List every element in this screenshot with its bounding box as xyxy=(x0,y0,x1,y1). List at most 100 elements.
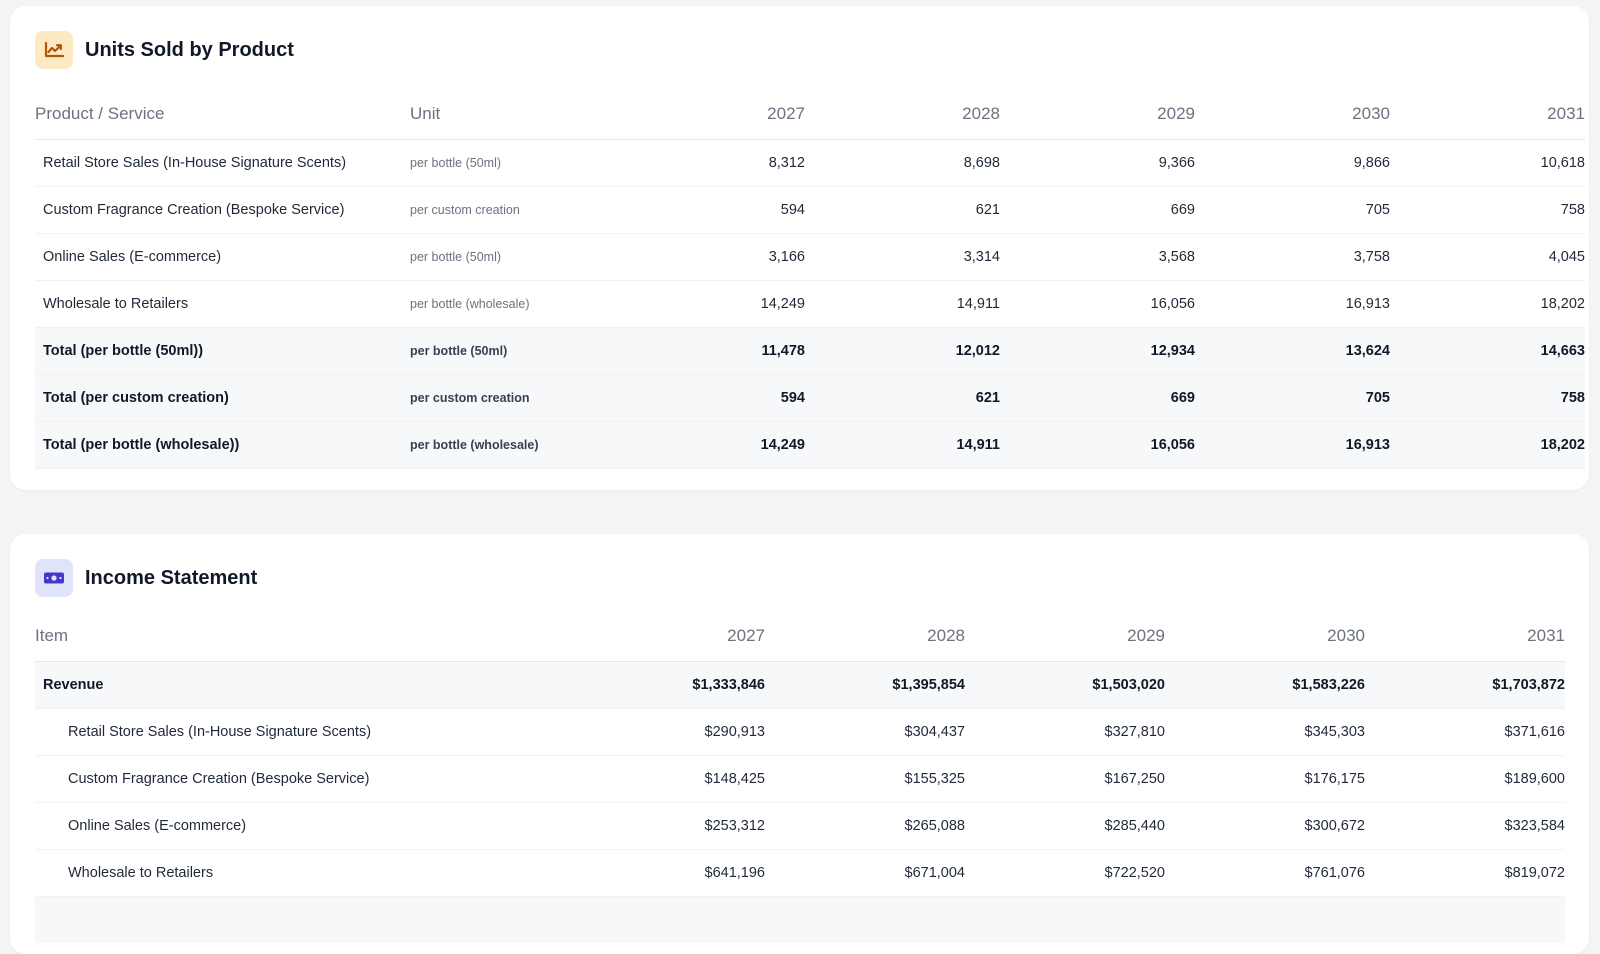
unit-label: per bottle (50ml) xyxy=(410,233,610,281)
column-header: Unit xyxy=(410,89,610,140)
revenue-value: $1,583,226 xyxy=(1165,661,1365,709)
line-item-name: Custom Fragrance Creation (Bespoke Servi… xyxy=(35,755,565,803)
column-header: 2031 xyxy=(1390,89,1585,140)
unit-label: per custom creation xyxy=(410,374,610,422)
units-value: 16,056 xyxy=(1000,280,1195,328)
total-value: 12,934 xyxy=(1000,327,1195,375)
unit-label: per bottle (wholesale) xyxy=(410,280,610,328)
units-value: 18,202 xyxy=(1390,280,1585,328)
units-value: 669 xyxy=(1000,186,1195,234)
column-header: 2027 xyxy=(610,89,805,140)
total-value: 14,663 xyxy=(1390,327,1585,375)
column-header: 2029 xyxy=(1000,89,1195,140)
total-row: Total (per bottle (50ml)) per bottle (50m… xyxy=(35,327,1585,375)
total-label: Total (per bottle (wholesale)) xyxy=(35,421,410,469)
revenue-value: $1,503,020 xyxy=(965,661,1165,709)
column-header: Product / Service xyxy=(35,89,410,140)
line-item-value: $155,325 xyxy=(765,755,965,803)
units-value: 8,698 xyxy=(805,139,1000,187)
income-card-title: Income Statement xyxy=(85,566,258,589)
unit-label: per bottle (50ml) xyxy=(410,139,610,187)
column-header: 2030 xyxy=(1195,89,1390,140)
line-item-value: $819,072 xyxy=(1365,849,1565,897)
product-name: Custom Fragrance Creation (Bespoke Servi… xyxy=(35,186,410,234)
table-row xyxy=(35,896,1565,943)
total-value: 16,913 xyxy=(1195,421,1390,469)
units-table-header: Product / Service Unit 2027 2028 2029 20… xyxy=(35,89,1585,140)
line-item-value: $148,425 xyxy=(565,755,765,803)
total-label: Total (per bottle (50ml)) xyxy=(35,327,410,375)
line-item-value: $671,004 xyxy=(765,849,965,897)
line-item-value: $253,312 xyxy=(565,802,765,850)
units-value: 10,618 xyxy=(1390,139,1585,187)
revenue-value: $1,395,854 xyxy=(765,661,965,709)
units-value: 9,866 xyxy=(1195,139,1390,187)
line-item-value: $285,440 xyxy=(965,802,1165,850)
line-item-value: $371,616 xyxy=(1365,708,1565,756)
units-value: 3,758 xyxy=(1195,233,1390,281)
line-item-value: $290,913 xyxy=(565,708,765,756)
units-value: 3,314 xyxy=(805,233,1000,281)
revenue-label: Revenue xyxy=(35,661,565,709)
line-item-value: $641,196 xyxy=(565,849,765,897)
product-name: Wholesale to Retailers xyxy=(35,280,410,328)
line-item-name: Wholesale to Retailers xyxy=(35,849,565,897)
units-value: 4,045 xyxy=(1390,233,1585,281)
units-table: Product / Service Unit 2027 2028 2029 20… xyxy=(35,89,1585,469)
total-value: 669 xyxy=(1000,374,1195,422)
column-header: 2031 xyxy=(1365,611,1565,662)
line-item-value: $327,810 xyxy=(965,708,1165,756)
revenue-value: $1,703,872 xyxy=(1365,661,1565,709)
column-header: 2028 xyxy=(805,89,1000,140)
line-item-value: $265,088 xyxy=(765,802,965,850)
units-value: 3,166 xyxy=(610,233,805,281)
total-label: Total (per custom creation) xyxy=(35,374,410,422)
total-value: 594 xyxy=(610,374,805,422)
product-name: Online Sales (E-commerce) xyxy=(35,233,410,281)
units-value: 14,911 xyxy=(805,280,1000,328)
units-value: 9,366 xyxy=(1000,139,1195,187)
line-item-name: Online Sales (E-commerce) xyxy=(35,802,565,850)
total-row: Total (per custom creation) per custom cr… xyxy=(35,374,1585,422)
line-item-value: $345,303 xyxy=(1165,708,1365,756)
line-item-value: $189,600 xyxy=(1365,755,1565,803)
units-value: 14,249 xyxy=(610,280,805,328)
column-header: 2027 xyxy=(565,611,765,662)
line-item-value: $761,076 xyxy=(1165,849,1365,897)
total-value: 16,056 xyxy=(1000,421,1195,469)
unit-label: per bottle (wholesale) xyxy=(410,421,610,469)
total-value: 18,202 xyxy=(1390,421,1585,469)
unit-label: per custom creation xyxy=(410,186,610,234)
table-row: Wholesale to Retailers per bottle (wholes… xyxy=(35,280,1585,328)
line-item-name: Retail Store Sales (In-House Signature S… xyxy=(35,708,565,756)
units-value: 16,913 xyxy=(1195,280,1390,328)
units-value: 8,312 xyxy=(610,139,805,187)
total-value: 14,911 xyxy=(805,421,1000,469)
money-icon xyxy=(35,559,73,597)
total-value: 621 xyxy=(805,374,1000,422)
revenue-value: $1,333,846 xyxy=(565,661,765,709)
line-item-value: $167,250 xyxy=(965,755,1165,803)
unit-label: per bottle (50ml) xyxy=(410,327,610,375)
column-header: 2030 xyxy=(1165,611,1365,662)
income-table: Item 2027 2028 2029 2030 2031 Revenue $1,… xyxy=(35,611,1565,943)
units-value: 594 xyxy=(610,186,805,234)
units-value: 621 xyxy=(805,186,1000,234)
total-value: 11,478 xyxy=(610,327,805,375)
total-row: Total (per bottle (wholesale)) per bottle… xyxy=(35,421,1585,469)
units-card-header: Units Sold by Product xyxy=(35,31,294,69)
cutoff-row-cell xyxy=(35,896,1565,943)
column-header: Item xyxy=(35,611,565,662)
table-row: Online Sales (E-commerce) $253,312 $265,08… xyxy=(35,802,1565,850)
table-row: Retail Store Sales (In-House Signature S… xyxy=(35,708,1565,756)
units-value: 705 xyxy=(1195,186,1390,234)
table-row: Custom Fragrance Creation (Bespoke Servi… xyxy=(35,755,1565,803)
total-value: 13,624 xyxy=(1195,327,1390,375)
line-item-value: $300,672 xyxy=(1165,802,1365,850)
revenue-row: Revenue $1,333,846 $1,395,854 $1,503,020 $1,… xyxy=(35,661,1565,709)
units-card-title: Units Sold by Product xyxy=(85,38,294,61)
units-sold-card: Units Sold by Product Product / Service … xyxy=(10,6,1589,490)
product-name: Retail Store Sales (In-House Signature S… xyxy=(35,139,410,187)
income-card-header: Income Statement xyxy=(35,559,257,597)
table-row: Retail Store Sales (In-House Signature S… xyxy=(35,139,1585,187)
